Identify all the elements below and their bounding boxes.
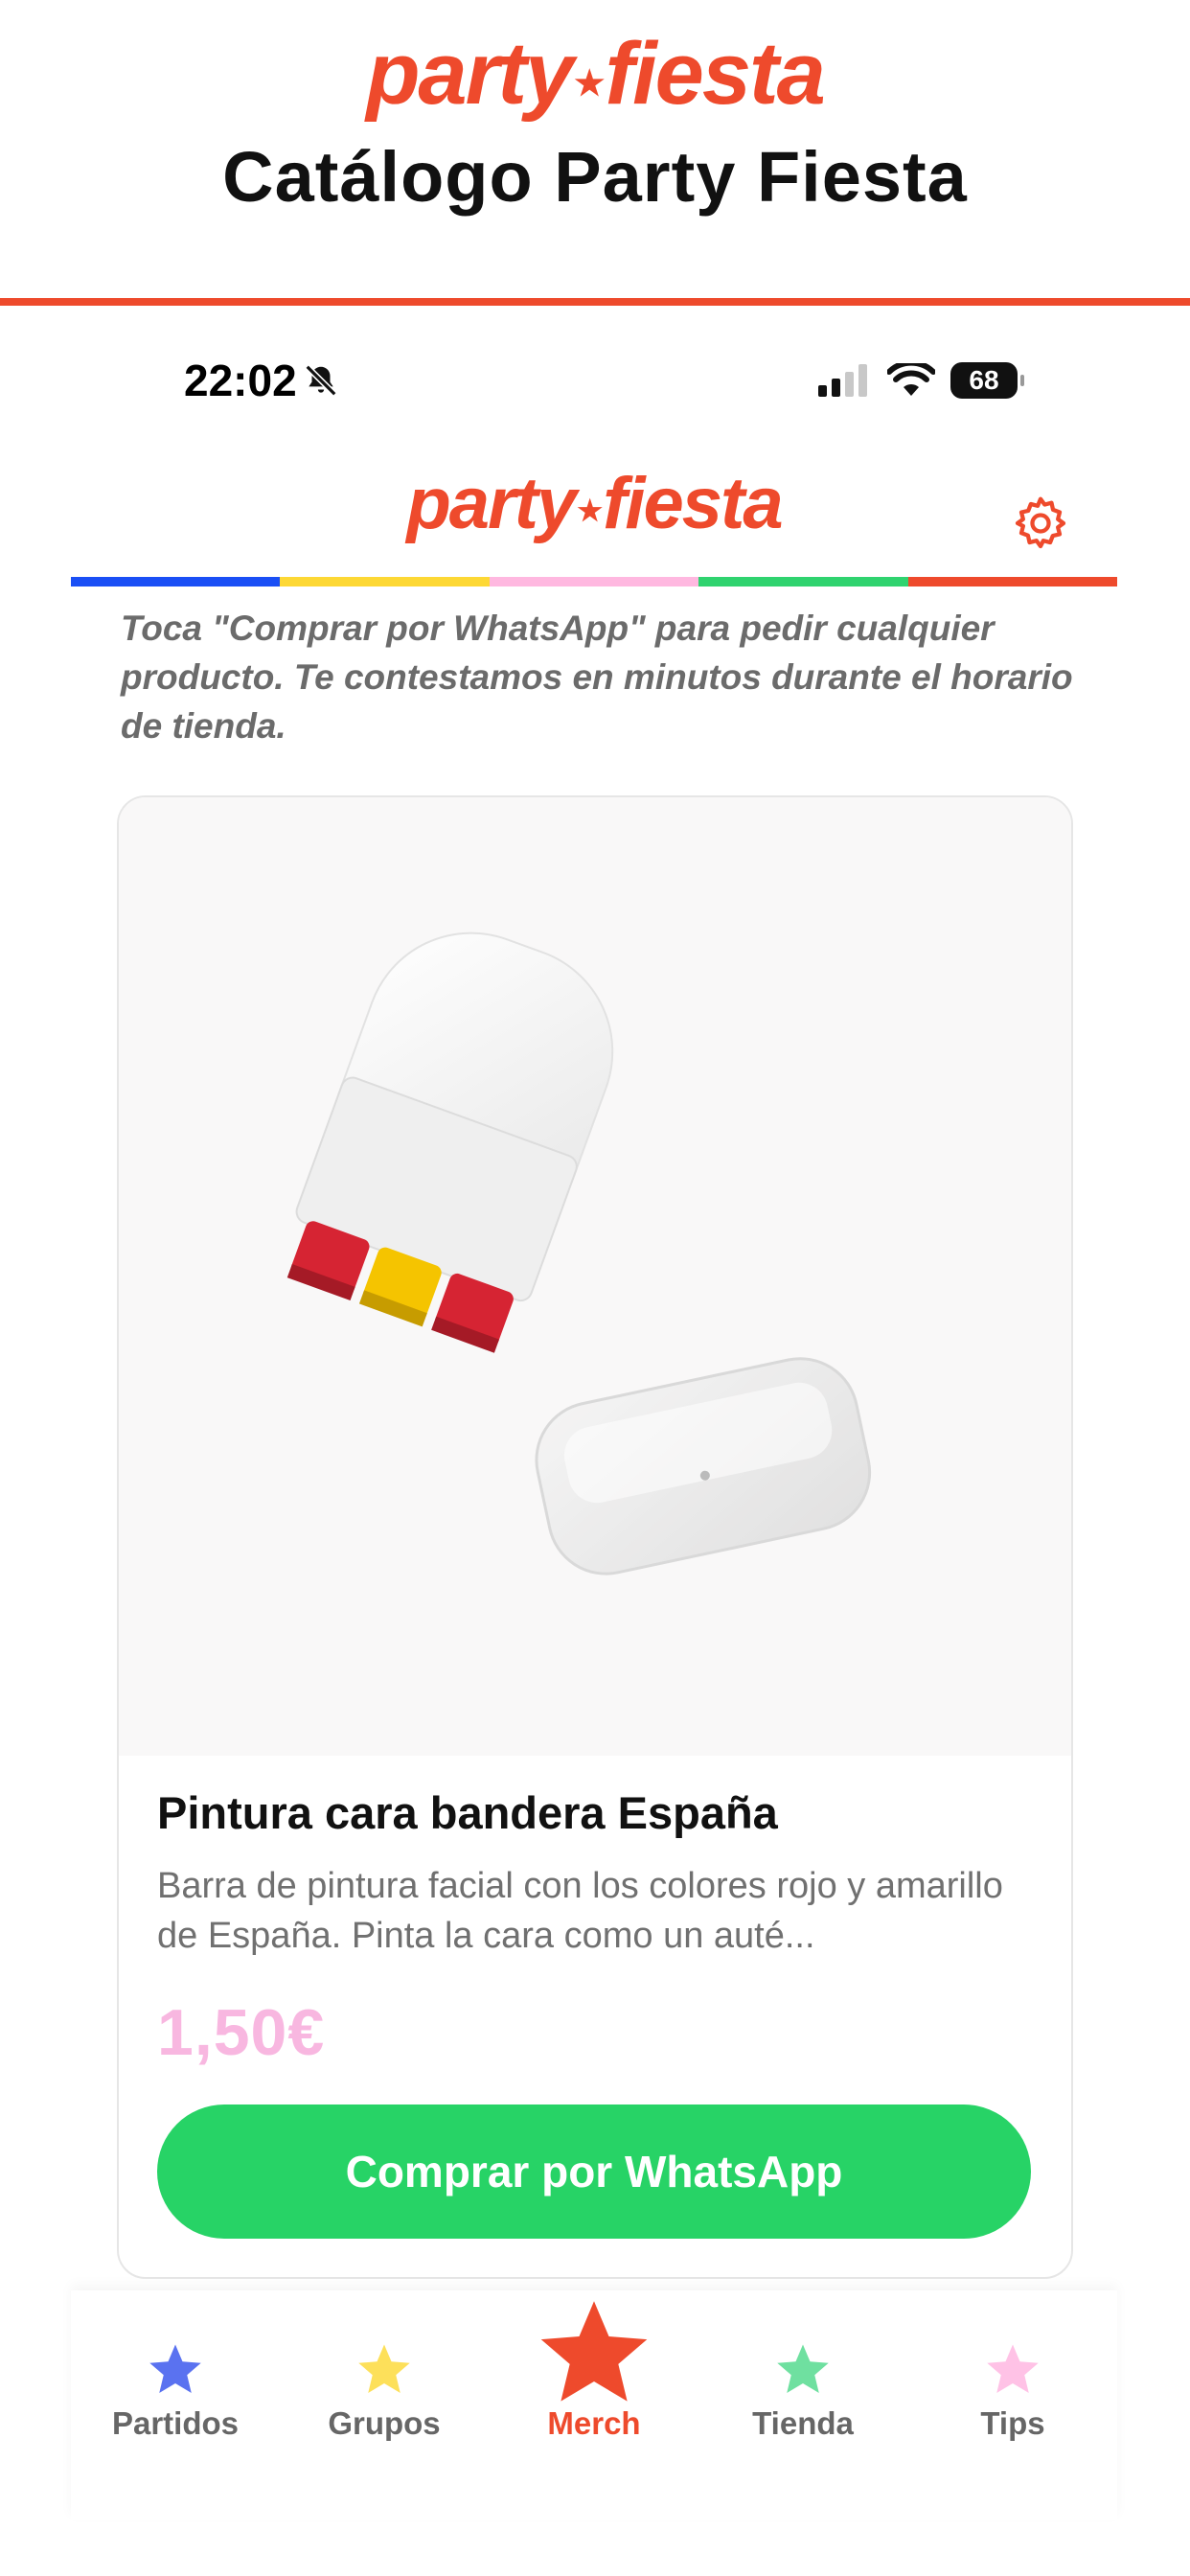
- tab-tips[interactable]: Tips: [908, 2290, 1117, 2482]
- stripe-yellow: [280, 577, 490, 586]
- product-description: Barra de pintura facial con los colores …: [157, 1866, 1003, 1956]
- star-icon: [149, 2344, 201, 2393]
- phone-screen: 22:02 68 party ★ fiesta Toca "Comprar po…: [71, 316, 1118, 2520]
- product-title[interactable]: Pintura cara bandera España: [157, 1786, 778, 1839]
- intro-text: Toca "Comprar por WhatsApp" para pedir c…: [121, 609, 1073, 746]
- app-logo-star-icon: ★: [577, 494, 603, 527]
- tab-label: Merch: [547, 2405, 641, 2441]
- buy-whatsapp-button[interactable]: Comprar por WhatsApp: [157, 2104, 1031, 2239]
- logo-text-right: fiesta: [605, 24, 825, 123]
- tab-label: Grupos: [328, 2405, 441, 2441]
- app-logo-text-right: fiesta: [603, 462, 784, 544]
- tab-grupos[interactable]: Grupos: [280, 2290, 489, 2482]
- color-stripe: [71, 577, 1118, 586]
- star-icon: [540, 2301, 648, 2402]
- logo-text-left: party: [366, 24, 574, 123]
- tab-tienda[interactable]: Tienda: [698, 2290, 907, 2482]
- wifi-icon: [887, 363, 935, 396]
- tab-merch[interactable]: Merch: [490, 2290, 698, 2482]
- bottom-tab-bar: Partidos Grupos Merch Tienda Tips: [71, 2290, 1117, 2520]
- product-card[interactable]: Pintura cara bandera España Barra de pin…: [117, 795, 1073, 2279]
- star-icon: [358, 2344, 410, 2393]
- tab-label: Partidos: [111, 2405, 240, 2441]
- star-icon: [777, 2344, 829, 2393]
- bell-muted-icon: [305, 364, 337, 397]
- face-paint-stick-image: [286, 932, 872, 1576]
- stripe-pink: [489, 577, 699, 586]
- status-indicators: 68: [818, 362, 1024, 399]
- status-bar: 22:02 68: [71, 355, 1117, 412]
- product-price: 1,50€: [157, 1996, 326, 2069]
- cellular-signal-icon: [818, 364, 867, 397]
- stripe-green: [698, 577, 908, 586]
- status-time: 22:02: [184, 355, 339, 406]
- gear-icon[interactable]: [1010, 493, 1071, 554]
- tab-partidos[interactable]: Partidos: [71, 2290, 280, 2482]
- page-title: Catálogo Party Fiesta: [222, 137, 968, 217]
- clock-text: 22:02: [184, 356, 297, 405]
- brand-logo: party ★ fiesta: [0, 21, 1190, 126]
- tab-label: Tienda: [752, 2405, 854, 2441]
- stripe-red: [907, 577, 1118, 586]
- star-icon: [987, 2344, 1039, 2393]
- header-divider: [0, 298, 1190, 306]
- catalog-header: party ★ fiesta Catálogo Party Fiesta: [0, 0, 1190, 306]
- logo-star-icon: ★: [574, 63, 605, 103]
- battery-icon: 68: [950, 362, 1024, 399]
- app-logo-text-left: party: [406, 462, 577, 544]
- battery-level: 68: [969, 365, 999, 395]
- app-logo: party ★ fiesta: [71, 460, 1117, 546]
- stripe-blue: [71, 577, 281, 586]
- tab-label: Tips: [980, 2405, 1045, 2441]
- product-image[interactable]: [119, 797, 1071, 1756]
